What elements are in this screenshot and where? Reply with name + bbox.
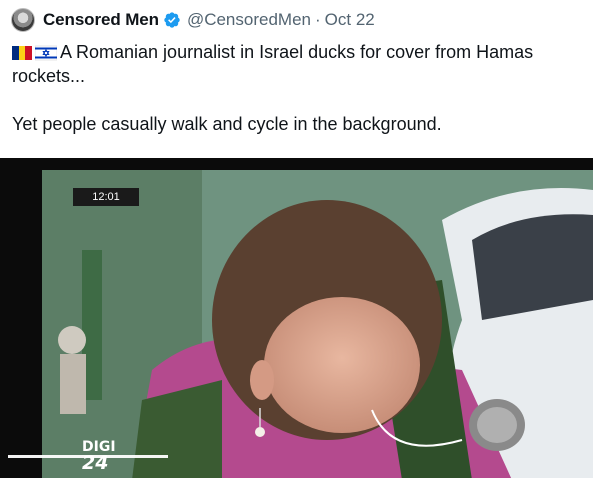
author-handle[interactable]: @CensoredMen — [187, 10, 311, 30]
tweet-line-2: Yet people casually walk and cycle in th… — [12, 114, 442, 134]
separator-dot: · — [314, 10, 321, 29]
tweet-line-1: A Romanian journalist in Israel ducks fo… — [12, 42, 534, 86]
romania-flag-icon — [12, 46, 32, 60]
tweet-text: A Romanian journalist in Israel ducks fo… — [12, 40, 582, 136]
verified-badge-icon — [164, 12, 180, 28]
avatar[interactable] — [11, 8, 35, 32]
video-timestamp: 12:01 — [73, 188, 139, 206]
video-frame[interactable]: 12:01 DIGI 24 — [42, 170, 593, 478]
tweet-date[interactable]: Oct 22 — [325, 10, 375, 30]
video-player[interactable]: 12:01 DIGI 24 — [0, 158, 593, 478]
tweet-header: Censored Men @CensoredMen · Oct 22 — [11, 7, 375, 33]
author-display-name[interactable]: Censored Men — [43, 10, 159, 30]
video-scene-image — [42, 170, 593, 478]
video-progress-bar[interactable] — [8, 455, 168, 458]
israel-flag-icon — [35, 45, 57, 61]
